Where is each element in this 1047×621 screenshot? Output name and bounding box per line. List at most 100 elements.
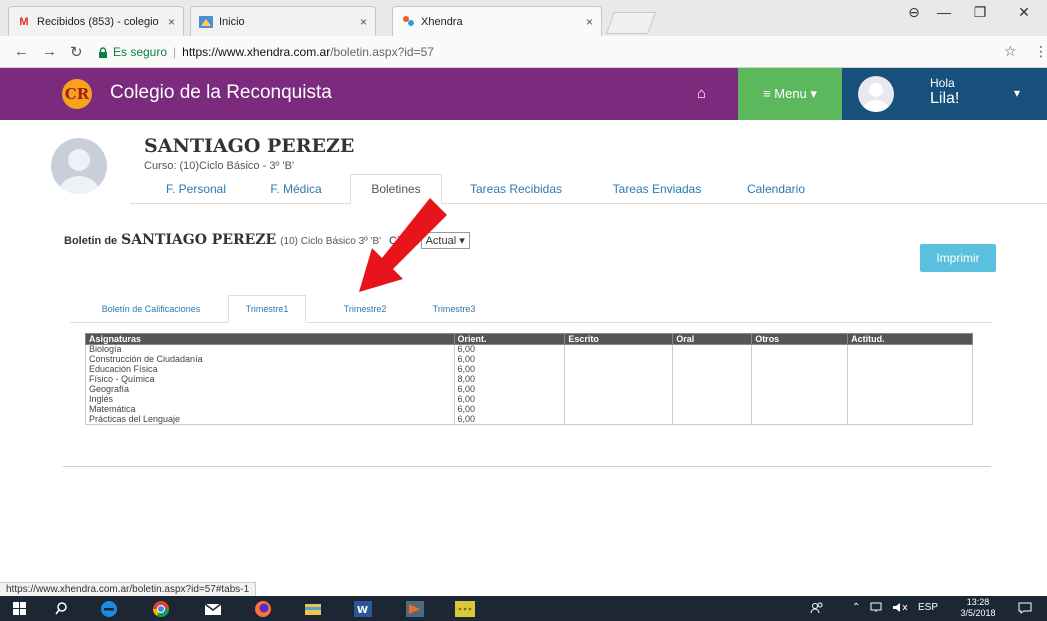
menu-button[interactable]: ≡ Menu ▾ — [738, 68, 842, 120]
svg-text:W: W — [357, 605, 368, 616]
tab-title: Recibidos (853) - colegio — [37, 15, 159, 28]
tab-trimestre2[interactable]: Trimestre2 — [322, 295, 408, 323]
search-icon[interactable] — [50, 599, 72, 618]
back-icon[interactable]: ← — [14, 43, 29, 60]
url-separator: | — [173, 45, 177, 59]
edge-icon[interactable] — [96, 599, 122, 618]
taskbar: W ⌃ ESP 13:28 3/5/2018 — [0, 596, 1047, 621]
secure-label: Es seguro — [113, 45, 168, 59]
windows-start-icon[interactable] — [8, 599, 30, 618]
boletin-label: Boletin de — [64, 235, 118, 247]
grade-cell — [847, 394, 973, 405]
minimize-icon[interactable]: — — [930, 4, 958, 20]
subject-cell: Matemática — [85, 404, 455, 415]
mail-icon[interactable] — [200, 599, 226, 618]
tab-f-personal[interactable]: F. Personal — [148, 174, 244, 204]
word-icon[interactable]: W — [350, 599, 376, 618]
grade-cell — [564, 414, 674, 425]
table-row: Matemática 6,00 — [85, 404, 973, 415]
home-icon[interactable]: ⌂ — [697, 85, 706, 102]
grade-cell — [847, 384, 973, 395]
grade-cell — [751, 344, 849, 355]
secure-indicator[interactable]: Es seguro — [98, 45, 167, 59]
notes-app-icon[interactable] — [452, 599, 478, 618]
grade-cell — [672, 394, 753, 405]
print-button[interactable]: Imprimir — [920, 244, 996, 272]
new-tab-button[interactable] — [605, 12, 657, 34]
grade-cell — [564, 364, 674, 375]
site-icon — [199, 15, 213, 29]
screen: M Recibidos (853) - colegio × Inicio × X… — [0, 0, 1047, 621]
language-indicator[interactable]: ESP — [918, 602, 938, 613]
browser-tab-gmail[interactable]: M Recibidos (853) - colegio × — [8, 6, 184, 36]
grade-cell — [672, 374, 753, 385]
notifications-icon[interactable] — [1018, 602, 1032, 617]
tab-title: Xhendra — [421, 15, 463, 28]
boletin-student: SANTIAGO PEREZE — [121, 232, 277, 248]
url-host: https://www.xhendra.com.ar — [182, 45, 331, 59]
user-name: Lila! — [930, 90, 960, 107]
divider — [63, 466, 991, 467]
column-header: Otros — [751, 333, 849, 345]
profile-icon[interactable]: ⊖ — [900, 4, 928, 21]
table-header-row: Asignaturas Orient. Escrito Oral Otros A… — [85, 333, 973, 345]
taskbar-clock[interactable]: 13:28 3/5/2018 — [948, 597, 1008, 619]
school-logo[interactable]: CR — [62, 79, 92, 109]
grade-cell: 6,00 — [453, 394, 566, 405]
subject-cell: Construcción de Ciudadanía — [85, 354, 455, 365]
network-icon[interactable] — [870, 602, 884, 616]
tab-trimestre1[interactable]: Trimestre1 — [228, 295, 306, 323]
grade-cell — [672, 414, 753, 425]
tab-tareas-enviadas[interactable]: Tareas Enviadas — [596, 174, 718, 204]
tab-calendario[interactable]: Calendario — [730, 174, 822, 204]
grade-cell: 6,00 — [453, 344, 566, 355]
browser-tab-xhendra[interactable]: Xhendra × — [392, 6, 602, 36]
grade-cell — [751, 364, 849, 375]
student-course: Curso: (10)Ciclo Básico - 3º 'B' — [144, 160, 295, 172]
tab-f-medica[interactable]: F. Médica — [254, 174, 338, 204]
grade-cell — [751, 374, 849, 385]
url-input[interactable]: Es seguro | https://www.xhendra.com.ar/b… — [98, 41, 1018, 63]
close-icon[interactable]: × — [168, 15, 175, 29]
table-row: Prácticas del Lenguaje 6,00 — [85, 414, 973, 425]
browser-tab-inicio[interactable]: Inicio × — [190, 6, 376, 36]
tab-trimestre3[interactable]: Trimestre3 — [418, 295, 490, 323]
tray-chevron-up-icon[interactable]: ⌃ — [852, 602, 860, 613]
window-close-icon[interactable]: ✕ — [1010, 4, 1038, 21]
tab-tareas-recibidas[interactable]: Tareas Recibidas — [452, 174, 580, 204]
firefox-icon[interactable] — [250, 599, 276, 618]
clock-time: 13:28 — [966, 597, 990, 607]
subject-cell: Prácticas del Lenguaje — [85, 414, 455, 425]
lock-icon — [99, 46, 107, 58]
grade-cell — [847, 414, 973, 425]
volume-icon[interactable] — [892, 602, 908, 616]
file-explorer-icon[interactable] — [300, 599, 326, 618]
close-icon[interactable]: × — [360, 15, 367, 29]
table-row: Geografía 6,00 — [85, 384, 973, 395]
grade-cell — [672, 354, 753, 365]
people-icon[interactable] — [810, 602, 824, 617]
site-title[interactable]: Colegio de la Reconquista — [110, 82, 332, 104]
close-icon[interactable]: × — [586, 15, 593, 29]
forward-icon[interactable]: → — [42, 43, 57, 60]
more-menu-icon[interactable]: ⋮ — [1034, 43, 1047, 60]
address-bar: ← → ↻ Es seguro | https://www.xhendra.co… — [0, 36, 1047, 68]
subject-cell: Biología — [85, 344, 455, 355]
grade-cell — [672, 384, 753, 395]
grade-cell — [847, 404, 973, 415]
bookmark-star-icon[interactable]: ☆ — [1004, 43, 1017, 60]
tab-boletin-calificaciones[interactable]: Boletín de Calificaciones — [76, 295, 226, 323]
restore-icon[interactable]: ❐ — [966, 4, 994, 21]
reload-icon[interactable]: ↻ — [70, 43, 83, 61]
chrome-icon[interactable] — [148, 599, 174, 618]
gmail-icon: M — [19, 15, 29, 28]
grade-cell — [751, 394, 849, 405]
grade-cell: 8,00 — [453, 374, 566, 385]
grade-cell: 6,00 — [453, 364, 566, 375]
media-app-icon[interactable] — [402, 599, 428, 618]
grade-cell — [847, 374, 973, 385]
grade-cell — [564, 384, 674, 395]
chevron-down-icon[interactable]: ▾ — [1014, 86, 1020, 100]
red-arrow-annotation — [359, 198, 447, 292]
user-menu[interactable]: Hola Lila! ▾ — [842, 68, 1047, 120]
